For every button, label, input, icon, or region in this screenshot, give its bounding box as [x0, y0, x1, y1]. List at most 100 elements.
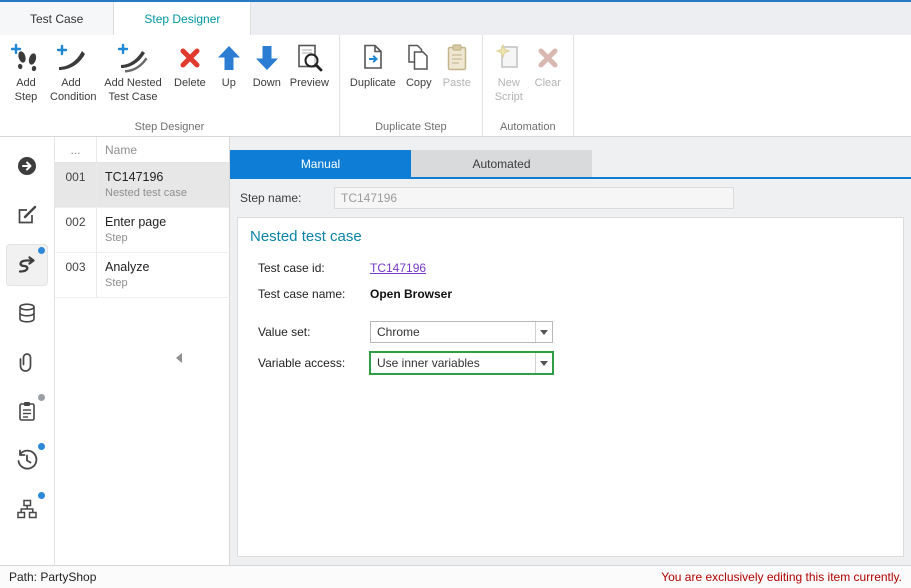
tab-automated[interactable]: Automated: [411, 150, 592, 177]
step-name-input[interactable]: [334, 187, 734, 209]
execute-icon: [16, 155, 38, 180]
sidebar-item-attachments[interactable]: [7, 343, 47, 383]
copy-label: Copy: [406, 77, 432, 91]
up-arrow-icon: [214, 43, 244, 73]
section-title: Nested test case: [250, 228, 891, 245]
step-number: 002: [55, 208, 97, 252]
test-case-id-label: Test case id:: [258, 261, 370, 275]
paste-icon: [442, 43, 472, 73]
step-name: Analyze: [105, 260, 149, 274]
step-number: 001: [55, 163, 97, 207]
ribbon-group-label-step-designer: Step Designer: [0, 121, 339, 133]
value-set-label: Value set:: [258, 325, 370, 339]
delete-label: Delete: [174, 77, 206, 91]
sidebar-item-history[interactable]: [7, 441, 47, 481]
detail-panel: Manual Automated Step name: Nested test …: [230, 137, 911, 565]
tab-test-case[interactable]: Test Case: [0, 2, 114, 35]
clear-icon: [533, 43, 563, 73]
test-case-id-link[interactable]: TC147196: [370, 261, 426, 275]
ribbon-tab-bar: Test Case Step Designer: [0, 2, 911, 35]
value-set-dropdown[interactable]: Chrome: [370, 321, 553, 343]
step-name: Enter page: [105, 215, 166, 229]
chevron-down-icon: [540, 361, 548, 366]
left-sidebar: [0, 137, 55, 565]
sidebar-item-execute[interactable]: [7, 147, 47, 187]
sidebar-item-test-data[interactable]: [7, 294, 47, 334]
field-test-case-id: Test case id: TC147196: [250, 261, 891, 275]
preview-button[interactable]: Preview: [286, 41, 333, 93]
add-nested-test-case-button[interactable]: Add Nested Test Case: [96, 41, 170, 107]
chevron-down-icon: [540, 330, 548, 335]
dropdown-button[interactable]: [535, 353, 552, 373]
step-list-header: ... Name: [55, 137, 229, 163]
add-nested-test-case-label: Add Nested Test Case: [100, 77, 166, 105]
add-step-label: Add Step: [10, 77, 42, 105]
preview-icon: [294, 43, 324, 73]
add-nested-test-case-icon: [118, 43, 148, 73]
preview-label: Preview: [290, 77, 329, 91]
paste-label: Paste: [443, 77, 471, 91]
field-test-case-name: Test case name: Open Browser: [250, 287, 891, 301]
step-number: 003: [55, 253, 97, 297]
ribbon-group-duplicate-step: Duplicate Copy: [340, 35, 483, 136]
attachment-icon: [16, 351, 38, 376]
database-icon: [16, 302, 38, 327]
app-window: Test Case Step Designer Add Step: [0, 0, 911, 588]
ribbon-group-step-designer: Add Step Add Condition: [0, 35, 340, 136]
nested-test-case-panel: Nested test case Test case id: TC147196 …: [237, 217, 904, 557]
variable-access-label: Variable access:: [258, 356, 370, 370]
ribbon-group-label-duplicate-step: Duplicate Step: [340, 121, 482, 133]
dropdown-button[interactable]: [535, 322, 552, 342]
add-condition-button[interactable]: Add Condition: [46, 41, 96, 107]
new-script-button[interactable]: New Script: [489, 41, 529, 107]
step-type: Nested test case: [105, 187, 187, 199]
status-path: Path: PartyShop: [9, 570, 96, 584]
notification-dot: [38, 247, 45, 254]
duplicate-label: Duplicate: [350, 77, 396, 91]
down-arrow-icon: [252, 43, 282, 73]
hierarchy-icon: [16, 498, 38, 523]
field-variable-access: Variable access: Use inner variables: [250, 352, 891, 374]
duplicate-icon: [358, 43, 388, 73]
delete-button[interactable]: Delete: [170, 41, 210, 93]
main-area: ... Name 001 TC147196 Nested test case 0…: [0, 137, 911, 565]
checklist-icon: [16, 400, 38, 425]
edit-icon: [16, 204, 38, 229]
variable-access-dropdown[interactable]: Use inner variables: [370, 352, 553, 374]
up-label: Up: [222, 77, 236, 91]
step-name-label: Step name:: [240, 191, 326, 205]
step-name-row: Step name:: [230, 179, 911, 217]
status-message: You are exclusively editing this item cu…: [661, 570, 902, 584]
detail-tab-strip: Manual Automated: [230, 137, 911, 179]
paste-button[interactable]: Paste: [438, 41, 476, 93]
status-bar: Path: PartyShop You are exclusively edit…: [0, 565, 911, 588]
step-row-003[interactable]: 003 Analyze Step: [55, 253, 229, 298]
step-type: Step: [105, 277, 149, 289]
add-condition-label: Add Condition: [50, 77, 92, 105]
variable-access-selected: Use inner variables: [377, 356, 480, 370]
step-row-002[interactable]: 002 Enter page Step: [55, 208, 229, 253]
column-header-menu[interactable]: ...: [55, 137, 97, 162]
sidebar-item-hierarchy[interactable]: [7, 490, 47, 530]
delete-icon: [175, 43, 205, 73]
copy-button[interactable]: Copy: [400, 41, 438, 93]
step-name: TC147196: [105, 170, 187, 184]
add-step-button[interactable]: Add Step: [6, 41, 46, 107]
sidebar-item-steps[interactable]: [7, 245, 47, 285]
sidebar-item-checklist[interactable]: [7, 392, 47, 432]
sidebar-item-edit[interactable]: [7, 196, 47, 236]
column-header-name[interactable]: Name: [97, 137, 137, 162]
duplicate-button[interactable]: Duplicate: [346, 41, 400, 93]
up-button[interactable]: Up: [210, 41, 248, 93]
clear-button[interactable]: Clear: [529, 41, 567, 93]
field-value-set: Value set: Chrome: [250, 321, 891, 343]
step-list-panel: ... Name 001 TC147196 Nested test case 0…: [55, 137, 230, 565]
notification-dot: [38, 443, 45, 450]
tab-step-designer[interactable]: Step Designer: [114, 2, 251, 35]
collapse-panel-handle[interactable]: [176, 353, 182, 363]
tab-manual[interactable]: Manual: [230, 150, 411, 177]
test-case-name-label: Test case name:: [258, 287, 370, 301]
add-condition-icon: [56, 43, 86, 73]
down-button[interactable]: Down: [248, 41, 286, 93]
step-row-001[interactable]: 001 TC147196 Nested test case: [55, 163, 229, 208]
